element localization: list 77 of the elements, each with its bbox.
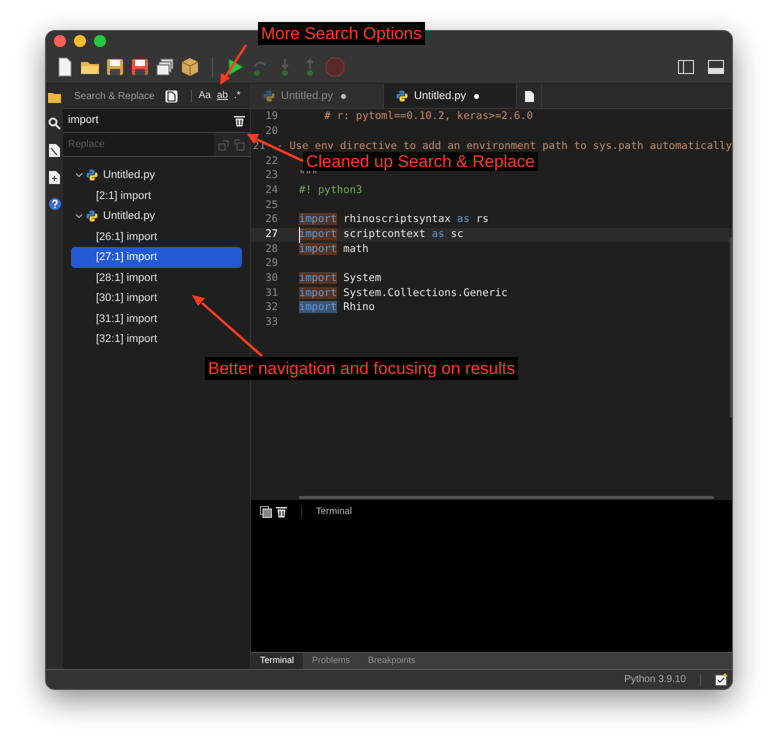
line-number: 27 [264, 226, 278, 242]
code-line: import System.Collections.Generic [299, 286, 508, 301]
copy-icon[interactable] [260, 506, 272, 518]
horizontal-scrollbar[interactable] [299, 496, 714, 499]
chevron-down-icon[interactable] [75, 212, 83, 220]
search-option-toggle[interactable]: ab [216, 91, 228, 101]
document-icon [524, 90, 534, 102]
line-number: 28 [264, 242, 278, 257]
save-as-icon[interactable] [129, 56, 151, 78]
arrow-drawing [218, 43, 248, 86]
line-number: 26 [264, 212, 278, 228]
chevron-down-icon[interactable] [75, 171, 83, 180]
result-item[interactable]: [2:1] import [71, 186, 242, 206]
editor-tab[interactable]: Untitled.py [251, 84, 384, 108]
line-number: 24 [264, 182, 278, 198]
save-icon[interactable] [104, 56, 126, 78]
result-item[interactable]: [30:1] import [71, 288, 242, 308]
sidebar-layout-icon[interactable] [678, 60, 694, 74]
result-file-item[interactable]: Untitled.py [71, 206, 242, 226]
file-name: Untitled.py [103, 168, 155, 183]
annotation-callout: Cleaned up Search & Replace [303, 152, 538, 171]
close-button[interactable] [54, 35, 66, 47]
line-number: 32 [264, 300, 278, 316]
python-logo-icon [86, 210, 98, 222]
document-plus-icon[interactable] [49, 171, 60, 184]
bottom-panel-tab[interactable]: Terminal [251, 653, 304, 669]
search-icon[interactable] [48, 117, 61, 130]
vertical-scrollbar[interactable] [730, 237, 732, 417]
code-line: import scriptcontext as sc [299, 226, 464, 243]
code-line: import System [299, 271, 382, 286]
help-icon[interactable] [48, 198, 60, 210]
result-item[interactable]: [31:1] import [71, 308, 242, 329]
document-toggle-icon[interactable] [164, 90, 178, 102]
trash-icon[interactable] [234, 114, 245, 126]
panel-title: Search & Replace [74, 90, 155, 104]
result-item[interactable]: [26:1] import [71, 226, 242, 247]
search-option-toggle[interactable]: Aa [198, 91, 211, 101]
line-number: 25 [264, 198, 278, 213]
package-icon[interactable] [179, 56, 201, 78]
editor-tab[interactable]: Untitled.py [384, 84, 517, 108]
annotation-callout: More Search Options [258, 22, 425, 45]
document-icon[interactable] [49, 144, 60, 157]
text-cursor [299, 226, 300, 243]
bottom-panel-layout-icon[interactable] [708, 60, 724, 74]
code-line: import math [299, 242, 369, 257]
python-version: Python 3.9.10 [624, 673, 686, 687]
trash-icon[interactable] [276, 506, 287, 518]
result-file-item[interactable]: Untitled.py [71, 165, 242, 186]
package-update-icon[interactable] [715, 673, 728, 686]
python-logo-icon [263, 90, 275, 102]
stacked-windows-icon[interactable] [154, 56, 176, 78]
line-number: 33 [264, 315, 278, 330]
search-field[interactable]: import [63, 109, 250, 133]
result-item[interactable]: [28:1] import [71, 268, 242, 288]
zoom-button[interactable] [94, 35, 106, 47]
line-number: 22 [264, 154, 278, 169]
line-number: 30 [264, 271, 278, 286]
code-line: import rhinoscriptsyntax as rs [299, 212, 489, 228]
code-line: # r: pytoml==0.10.2, keras>=2.6.0 [323, 109, 533, 124]
folder-icon[interactable] [48, 92, 61, 103]
search-option-toggle[interactable]: .* [234, 91, 241, 101]
code-line: import Rhino [299, 300, 375, 316]
line-number: 31 [264, 286, 278, 301]
code-line: #! python3 [299, 182, 362, 198]
result-item[interactable]: [32:1] import [71, 329, 242, 350]
file-name: Untitled.py [103, 209, 155, 224]
python-logo-icon [396, 90, 408, 102]
line-number: 29 [264, 256, 278, 272]
line-number: 19 [264, 109, 278, 124]
terminal-title: Terminal [316, 504, 352, 519]
line-number: 20 [264, 124, 278, 140]
code-line: - Use env directive to add an environment path to sys.path automatically [276, 138, 732, 154]
annotation-callout: Better navigation and focusing on results [205, 357, 518, 380]
python-logo-icon [86, 169, 98, 182]
line-number: 23 [264, 168, 278, 184]
result-item[interactable]: [27:1] import [71, 247, 242, 268]
minimize-button[interactable] [74, 35, 86, 47]
